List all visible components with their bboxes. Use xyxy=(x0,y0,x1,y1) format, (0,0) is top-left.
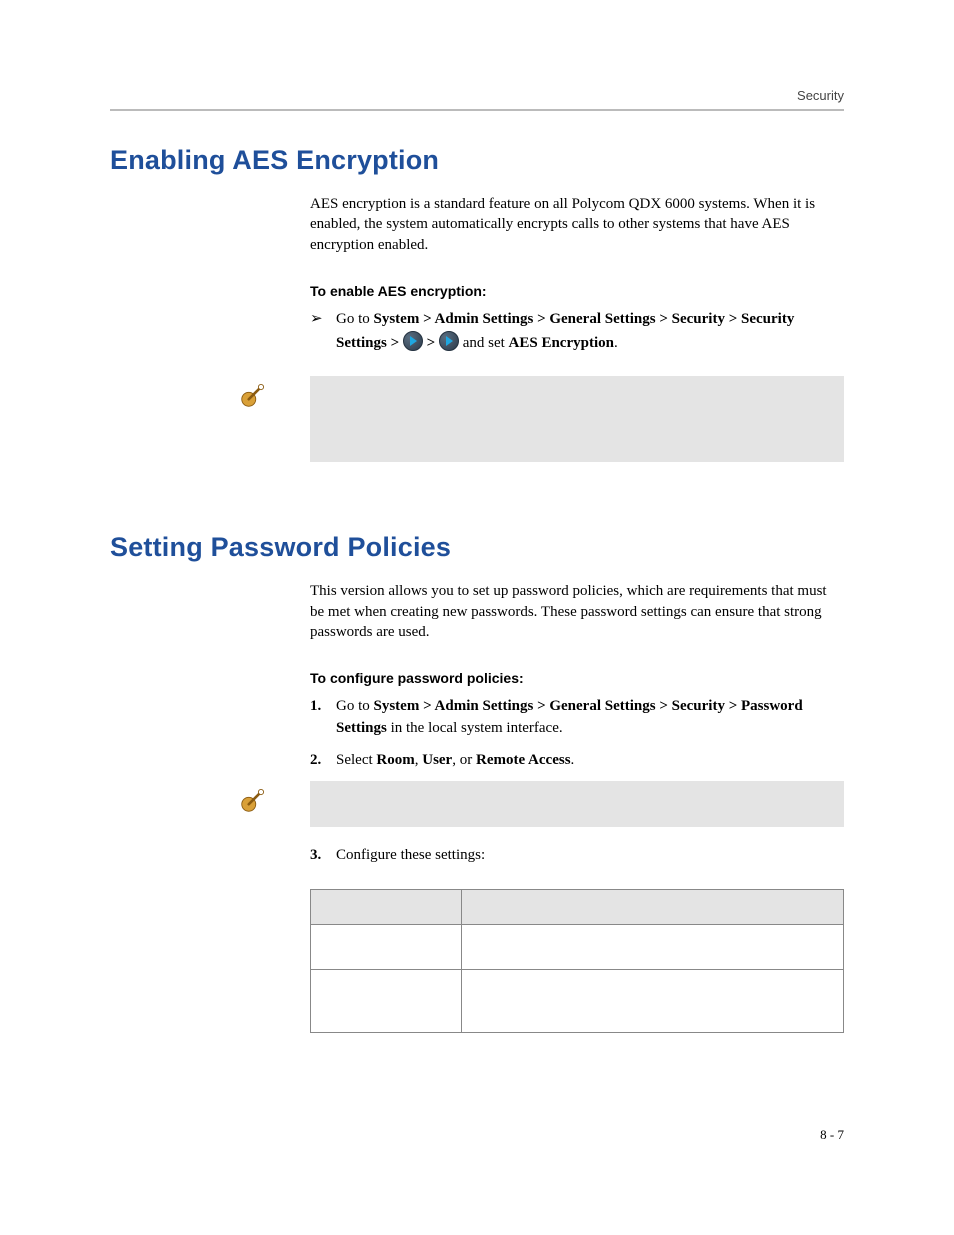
option-user: User xyxy=(422,752,452,768)
running-head: Security xyxy=(110,88,844,111)
step-number: 1. xyxy=(310,696,330,718)
text-fragment: Go to xyxy=(336,311,374,327)
note-box xyxy=(310,376,844,462)
pointing-hand-icon xyxy=(240,800,268,817)
table-row xyxy=(311,925,844,970)
option-remote-access: Remote Access xyxy=(476,752,571,768)
text-fragment: > xyxy=(423,335,439,351)
table-cell xyxy=(311,925,462,970)
aes-step-1: ➢ Go to System > Admin Settings > Genera… xyxy=(310,309,844,355)
pointing-hand-icon xyxy=(240,395,268,412)
pwd-step-3: 3. Configure these settings: xyxy=(310,845,844,867)
note-block xyxy=(110,376,844,462)
nav-next-icon xyxy=(439,331,459,351)
menu-target: AES Encryption xyxy=(509,335,614,351)
text-fragment: . xyxy=(614,335,618,351)
text-fragment: and set xyxy=(459,335,509,351)
pwd-step-1: 1. Go to System > Admin Settings > Gener… xyxy=(310,696,844,740)
note-box xyxy=(310,781,844,827)
step-number: 3. xyxy=(310,845,330,867)
step-text: Go to System > Admin Settings > General … xyxy=(336,311,794,351)
text-fragment: . xyxy=(571,752,575,768)
table-header-cell xyxy=(311,890,462,925)
text-fragment: , or xyxy=(452,752,476,768)
pwd-subhead: To configure password policies: xyxy=(310,670,844,686)
step-bullet: ➢ xyxy=(310,309,330,331)
step-number: 2. xyxy=(310,750,330,772)
aes-subhead: To enable AES encryption: xyxy=(310,283,844,299)
pwd-intro-paragraph: This version allows you to set up passwo… xyxy=(310,581,844,642)
heading-password-policies: Setting Password Policies xyxy=(110,532,844,563)
text-fragment: Select xyxy=(336,752,376,768)
table-row xyxy=(311,970,844,1033)
step-text: Go to System > Admin Settings > General … xyxy=(336,698,803,736)
aes-intro-paragraph: AES encryption is a standard feature on … xyxy=(310,194,844,255)
table-header-row xyxy=(311,890,844,925)
pwd-step-2: 2. Select Room, User, or Remote Access. xyxy=(310,750,844,772)
table-cell xyxy=(311,970,462,1033)
text-fragment: in the local system interface. xyxy=(387,720,563,736)
option-room: Room xyxy=(376,752,414,768)
nav-next-icon xyxy=(403,331,423,351)
table-cell xyxy=(462,970,844,1033)
note-block xyxy=(110,781,844,827)
text-fragment: Go to xyxy=(336,698,374,714)
settings-table xyxy=(310,889,844,1033)
step-text: Configure these settings: xyxy=(336,847,485,863)
page-number: 8 - 7 xyxy=(820,1127,844,1143)
step-text: Select Room, User, or Remote Access. xyxy=(336,752,574,768)
table-cell xyxy=(462,925,844,970)
table-header-cell xyxy=(462,890,844,925)
heading-aes-encryption: Enabling AES Encryption xyxy=(110,145,844,176)
